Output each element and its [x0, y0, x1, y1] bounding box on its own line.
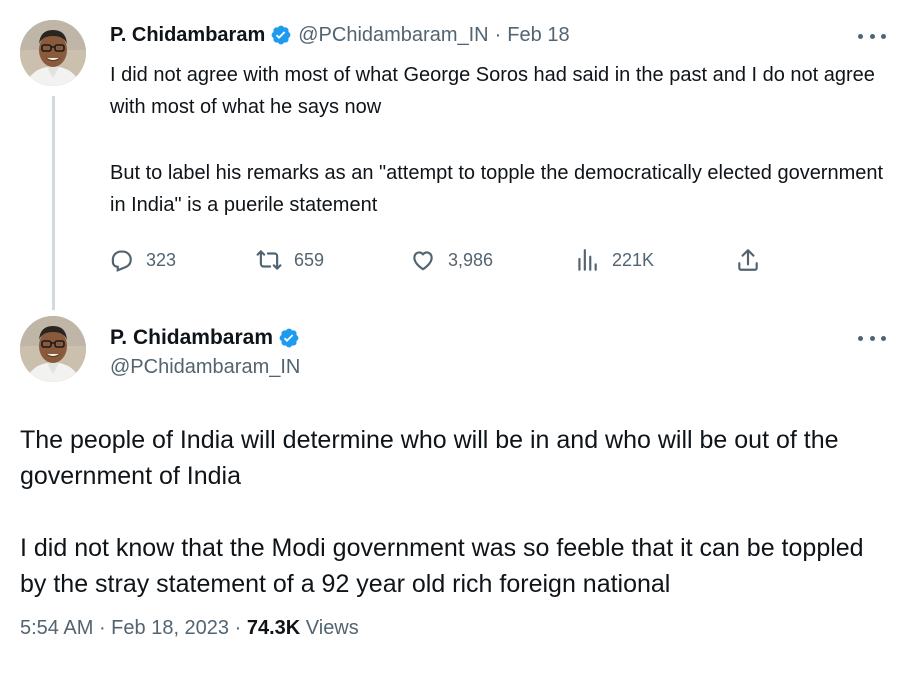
views-icon [574, 247, 600, 273]
tweet-date[interactable]: Feb 18 [507, 24, 569, 47]
more-options-icon[interactable] [858, 29, 886, 43]
tweet-action-bar: 323 659 3,986 221K [108, 245, 768, 275]
author-name[interactable]: P. Chidambaram [110, 24, 265, 47]
tweet-paragraph: But to label his remarks as an "attempt … [110, 162, 884, 216]
tweet-time[interactable]: 5:54 AM [20, 617, 93, 639]
like-button[interactable]: 3,986 [410, 245, 493, 275]
views-label: Views [305, 617, 359, 639]
meta-separator: · [98, 617, 112, 639]
reply-icon [108, 247, 134, 273]
tweet-paragraph: I did not agree with most of what George… [110, 64, 875, 118]
retweet-count: 659 [294, 249, 325, 270]
more-options-icon[interactable] [858, 331, 886, 345]
verified-badge-icon [270, 24, 292, 46]
views-count: 221K [612, 249, 655, 270]
avatar[interactable] [20, 316, 86, 382]
tweet-full-date[interactable]: Feb 18, 2023 [111, 617, 229, 639]
share-button[interactable] [735, 245, 761, 275]
reply-button[interactable]: 323 [108, 245, 176, 275]
tweet-paragraph: The people of India will determine who w… [20, 426, 839, 490]
tweet1-header: P. Chidambaram @PChidambaram_IN · Feb 18 [110, 22, 570, 48]
tweet2-header: P. Chidambaram [110, 324, 306, 352]
like-icon [410, 247, 436, 273]
tweet1-text: I did not agree with most of what George… [110, 59, 890, 221]
tweet-paragraph: I did not know that the Modi government … [20, 534, 864, 598]
meta-separator: · [234, 617, 247, 639]
reply-count: 323 [146, 249, 177, 270]
verified-badge-icon [278, 327, 300, 349]
tweet-meta: 5:54 AM · Feb 18, 2023 · 74.3K Views [20, 617, 359, 640]
retweet-button[interactable]: 659 [256, 245, 324, 275]
tweet2-text: The people of India will determine who w… [20, 422, 890, 602]
retweet-icon [256, 247, 282, 273]
views-button[interactable]: 221K [574, 245, 654, 275]
thread-connector-line [52, 96, 55, 310]
avatar[interactable] [20, 20, 86, 86]
author-name[interactable]: P. Chidambaram [110, 326, 273, 350]
views-total: 74.3K [246, 617, 301, 639]
author-handle[interactable]: @PChidambaram_IN [298, 24, 488, 47]
meta-separator: · [494, 23, 502, 46]
like-count: 3,986 [448, 249, 494, 270]
share-icon [735, 247, 761, 273]
author-handle[interactable]: @PChidambaram_IN [110, 356, 300, 379]
